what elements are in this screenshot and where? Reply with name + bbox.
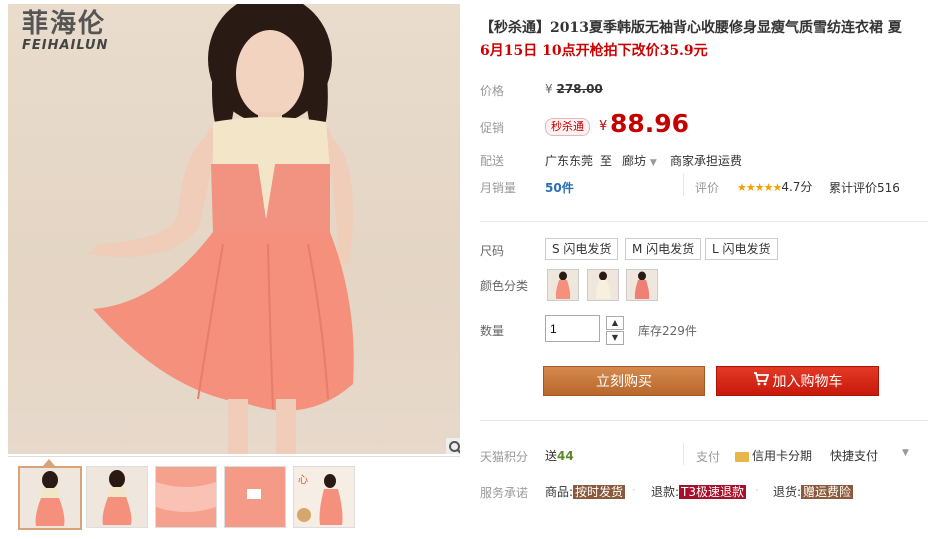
quantity-decrease-button[interactable]: ▼ (606, 331, 624, 345)
promo-label: 促销 (480, 121, 505, 135)
thumbnail-2[interactable] (86, 466, 148, 528)
original-price: ¥ 278.00 (545, 82, 603, 96)
size-option-s[interactable]: S 闪电发货 (545, 238, 619, 260)
promise-separator-2: · (755, 483, 759, 497)
points-label: 天猫积分 (480, 450, 529, 464)
shipping-to-word: 至 (600, 154, 613, 168)
rating-stars-icon: ★★★★★ (737, 181, 782, 194)
credit-installment-label: 信用卡分期 (752, 449, 813, 463)
points-value: 送44 (545, 447, 574, 464)
promise-refund[interactable]: 退款: T3极速退款 (651, 483, 747, 500)
shipping-label: 配送 (480, 154, 505, 168)
promise-goods[interactable]: 商品: 按时发货 (545, 483, 626, 500)
thumbnail-strip: 心 (8, 456, 460, 535)
add-to-cart-label: 加入购物车 (772, 374, 843, 390)
buy-now-button[interactable]: 立刻购买 (543, 366, 705, 396)
shipping-destination-select[interactable]: 廊坊 ▼ (622, 152, 657, 169)
sales-divider (683, 174, 684, 196)
chevron-down-icon: ▼ (649, 158, 657, 168)
promise-label: 服务承诺 (480, 486, 529, 500)
promo-badge: 秒杀通 (545, 118, 590, 136)
rating-score: 4.7分 (781, 180, 813, 194)
cart-icon (753, 367, 769, 397)
brand-name-cn: 菲海伦 (22, 9, 107, 39)
original-price-currency: ¥ (545, 82, 553, 96)
thumbnail-5[interactable]: 心 (293, 466, 355, 528)
color-swatch-2[interactable] (587, 269, 619, 301)
payment-label: 支付 (696, 450, 721, 464)
quantity-increase-button[interactable]: ▲ (606, 316, 624, 330)
sales-label: 月销量 (480, 181, 517, 195)
brand-name-en: FEIHAILUN (22, 38, 109, 53)
quantity-label: 数量 (480, 324, 505, 338)
quick-pay[interactable]: 快捷支付 (830, 447, 878, 464)
thumbnail-3[interactable] (155, 466, 217, 528)
brand-logo: 菲海伦 FEIHAILUN (22, 10, 108, 53)
promo-currency: ¥ (599, 119, 608, 134)
rating[interactable]: ★★★★★4.7分 (737, 178, 812, 195)
model-photo (88, 4, 354, 454)
reviews-link[interactable]: 累计评价516 (829, 179, 900, 196)
section-divider-2 (480, 420, 928, 421)
color-swatch-3[interactable] (626, 269, 658, 301)
size-option-l[interactable]: L 闪电发货 (705, 238, 778, 260)
zoom-icon[interactable] (446, 438, 460, 454)
section-divider (480, 221, 928, 222)
points-send: 送 (545, 449, 558, 463)
thumbnail-4[interactable] (224, 466, 286, 528)
size-option-m[interactable]: M 闪电发货 (625, 238, 702, 260)
thumbnail-pointer-icon (43, 459, 55, 466)
expand-payment-chevron-icon[interactable]: ▼ (902, 448, 909, 458)
thumbnail-1[interactable] (18, 466, 82, 530)
credit-installment[interactable]: 信用卡分期 (735, 447, 812, 464)
promise-goods-tag: 按时发货 (573, 485, 626, 499)
color-label: 颜色分类 (480, 279, 529, 293)
product-subtitle: 6月15日 10点开枪拍下改价35.9元 (480, 43, 708, 59)
promise-return-tag: 赠运费险 (801, 485, 854, 499)
stock-text: 库存229件 (638, 324, 697, 338)
shipping-destination: 廊坊 (622, 154, 647, 168)
main-product-image[interactable]: 菲海伦 FEIHAILUN (8, 4, 460, 454)
promise-goods-label: 商品: (545, 485, 574, 499)
shipping-from: 广东东莞 (545, 154, 594, 168)
sales-value: 50件 (545, 181, 574, 195)
product-title: 【秒杀通】2013夏季韩版无袖背心收腰修身显瘦气质雪纺连衣裙 夏 (480, 20, 902, 36)
promise-refund-tag: T3极速退款 (679, 485, 747, 499)
svg-text:心: 心 (298, 474, 308, 486)
quantity-input[interactable] (545, 315, 600, 342)
credit-card-icon (735, 451, 749, 462)
points-divider (683, 443, 684, 465)
price-label: 价格 (480, 84, 505, 98)
points-number: 44 (557, 449, 574, 463)
promise-return[interactable]: 退货: 赠运费险 (773, 483, 854, 500)
size-label: 尺码 (480, 244, 505, 258)
rating-label: 评价 (695, 181, 720, 195)
promise-refund-label: 退款: (651, 485, 680, 499)
original-price-value: 278.00 (556, 82, 603, 96)
promise-separator-1: · (632, 483, 636, 497)
color-swatch-1[interactable] (547, 269, 579, 301)
add-to-cart-button[interactable]: 加入购物车 (716, 366, 879, 396)
shipping-fee: 商家承担运费 (670, 154, 743, 168)
promise-return-label: 退货: (773, 485, 802, 499)
promo-price: 88.96 (610, 109, 690, 138)
